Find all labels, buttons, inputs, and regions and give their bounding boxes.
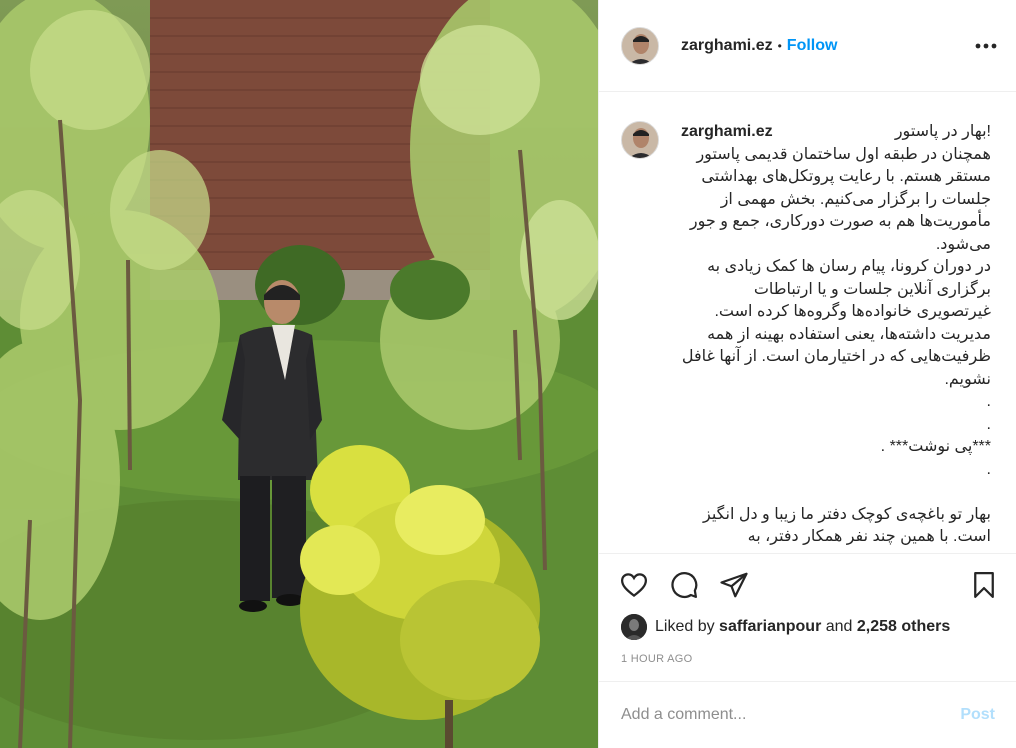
comment-box: Post xyxy=(599,681,1016,748)
liker-username[interactable]: saffarianpour xyxy=(719,618,821,636)
liked-by-conjunction: and xyxy=(825,618,853,635)
liked-by-row: Liked by saffarianpour and 2,258 others xyxy=(621,614,950,640)
caption-row: zarghami.ez !بهار در پاستور همچنان در طب… xyxy=(599,93,1016,549)
more-options-icon[interactable] xyxy=(974,34,998,58)
post-actions: Liked by saffarianpour and 2,258 others … xyxy=(599,553,1016,681)
comments-scroll-area[interactable]: zarghami.ez !بهار در پاستور همچنان در طب… xyxy=(599,93,1016,553)
likes-count[interactable]: 2,258 others xyxy=(857,618,950,636)
action-icons-row xyxy=(599,554,1016,618)
heart-icon[interactable] xyxy=(619,570,649,600)
comment-input[interactable] xyxy=(621,706,961,724)
author-username[interactable]: zarghami.ez xyxy=(681,37,773,55)
author-avatar[interactable] xyxy=(621,26,659,65)
follow-button[interactable]: Follow xyxy=(787,37,838,55)
liked-by-prefix: Liked by xyxy=(655,618,715,635)
liker-avatar[interactable] xyxy=(621,614,647,640)
paper-plane-icon[interactable] xyxy=(719,570,749,600)
caption-username[interactable]: zarghami.ez xyxy=(681,121,773,144)
post-photo[interactable] xyxy=(0,0,598,748)
post-header: zarghami.ez • Follow xyxy=(599,0,1016,92)
caption-body: !بهار در پاستور همچنان در طبقه اول ساختم… xyxy=(681,123,991,545)
comment-icon[interactable] xyxy=(669,570,699,600)
post-side-panel: zarghami.ez • Follow zarghami.ez !بهار د… xyxy=(598,0,1016,748)
separator-dot: • xyxy=(777,38,782,53)
caption-text: zarghami.ez !بهار در پاستور همچنان در طب… xyxy=(681,121,991,549)
bookmark-icon[interactable] xyxy=(969,570,999,600)
garden-photo xyxy=(0,0,598,748)
post-timestamp[interactable]: 1 HOUR AGO xyxy=(621,653,692,665)
caption-author-avatar[interactable] xyxy=(621,121,659,159)
post-comment-button[interactable]: Post xyxy=(960,706,995,724)
